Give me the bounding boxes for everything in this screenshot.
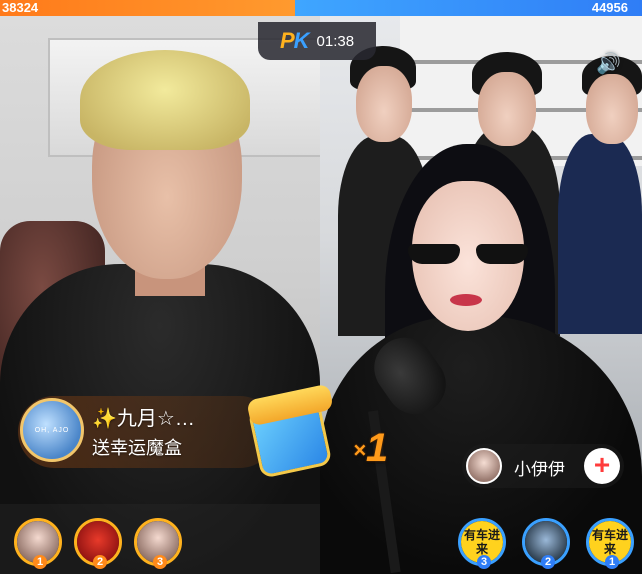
rank-badge: 1	[33, 555, 47, 569]
gift-multiplier: ×1	[353, 426, 389, 470]
contributor-avatar[interactable]: 1	[14, 518, 62, 569]
sunglasses	[408, 244, 528, 266]
rank-badge: 1	[605, 555, 619, 569]
gift-message: 送幸运魔盒	[92, 438, 182, 458]
contributor-avatar[interactable]: 有车进来 3	[458, 518, 506, 569]
right-anchor-video[interactable]	[320, 16, 642, 574]
gift-box-icon[interactable]	[246, 383, 334, 479]
opponent-anchor-chip[interactable]: 小伊伊 +	[462, 444, 624, 488]
right-top-contributors: 有车进来 3 2 有车进来 1	[458, 518, 634, 569]
rank-badge: 3	[477, 555, 491, 569]
anchor-avatar[interactable]	[466, 448, 502, 484]
pk-logo-icon: PK	[279, 28, 310, 53]
left-score: 38324	[0, 0, 295, 16]
background-person	[558, 134, 642, 334]
speaker-icon[interactable]: 🔊	[596, 52, 621, 76]
pk-countdown: 01:38	[316, 32, 355, 50]
left-anchor-video[interactable]	[0, 16, 320, 574]
left-top-contributors: 1 2 3	[14, 518, 184, 569]
sender-avatar: OH, AJO	[20, 398, 84, 462]
rank-badge: 2	[93, 555, 107, 569]
background-person-face	[478, 72, 536, 146]
pk-timer-panel: PK 01:38	[258, 22, 376, 60]
contributor-avatar[interactable]: 有车进来 1	[586, 518, 634, 569]
lucky-box-banner[interactable]: OH, AJO ✨九月☆… 送幸运魔盒	[18, 396, 276, 468]
anchor-name: 小伊伊	[514, 460, 565, 479]
rank-badge: 3	[153, 555, 167, 569]
background-person-face	[356, 66, 412, 142]
background-person-face	[586, 74, 638, 144]
follow-button[interactable]: +	[584, 448, 620, 484]
right-score: 44956	[295, 0, 642, 16]
pk-score-bar: 38324 44956	[0, 0, 642, 16]
contributor-avatar[interactable]: 2	[522, 518, 570, 569]
sender-name: ✨九月☆…	[92, 408, 195, 430]
rank-badge: 2	[541, 555, 555, 569]
anchor-lips	[450, 294, 482, 306]
contributor-avatar[interactable]: 3	[134, 518, 182, 569]
contributor-avatar[interactable]: 2	[74, 518, 122, 569]
anchor-hair	[80, 50, 250, 150]
pk-live-stream: 38324 44956 PK 01:38 🔊 OH, AJO ✨九月☆… 送幸运…	[0, 0, 642, 574]
